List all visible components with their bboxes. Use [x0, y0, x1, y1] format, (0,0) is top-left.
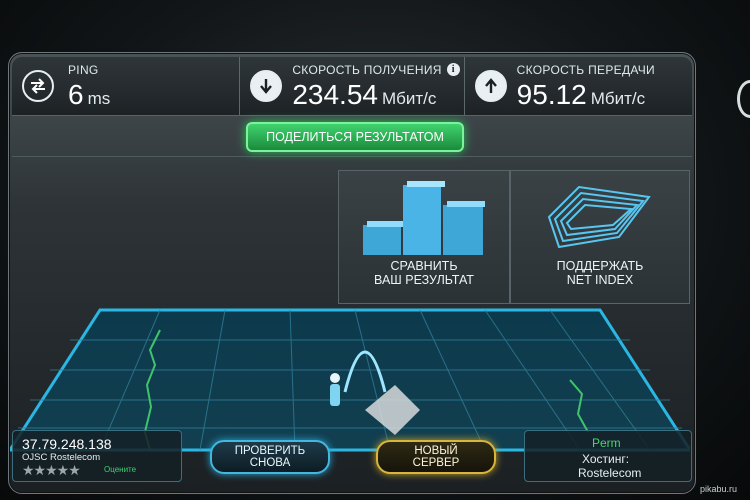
- compare-line1: СРАВНИТЬ: [390, 259, 458, 273]
- bar-chart-icon: [363, 181, 485, 255]
- hosting-value: Rostelecom: [578, 466, 642, 480]
- stats-bar: PING 6 ms СКОРОСТЬ ПОЛУЧЕНИЯ i 234.54 Мбит…: [12, 57, 692, 116]
- new-server-line1: НОВЫЙ: [414, 445, 458, 457]
- user-figure-icon: [330, 373, 340, 406]
- rating-stars[interactable]: ★★★★★: [22, 462, 81, 479]
- download-unit: Мбит/с: [381, 89, 437, 108]
- test-again-line2: СНОВА: [249, 457, 291, 469]
- download-value: 234.54 Мбит/с: [292, 79, 437, 110]
- ping-label: PING: [68, 63, 99, 77]
- ping-stat: PING 6 ms: [12, 57, 241, 115]
- compare-result-panel[interactable]: СРАВНИТЬ ВАШ РЕЗУЛЬТАТ: [338, 170, 510, 304]
- download-label: СКОРОСТЬ ПОЛУЧЕНИЯ: [292, 63, 442, 77]
- net-index-line2: NET INDEX: [566, 273, 634, 287]
- test-again-line1: ПРОВЕРИТЬ: [234, 445, 306, 457]
- test-again-button[interactable]: ПРОВЕРИТЬ СНОВА: [210, 440, 330, 474]
- info-icon[interactable]: i: [446, 63, 460, 76]
- upload-label: СКОРОСТЬ ПЕРЕДАЧИ: [516, 63, 655, 77]
- upload-value: 95.12 Мбит/с: [516, 79, 646, 110]
- rate-label[interactable]: Оцените: [104, 465, 136, 474]
- share-result-button[interactable]: ПОДЕЛИТЬСЯ РЕЗУЛЬТАТОМ: [246, 122, 464, 152]
- ping-value: 6 ms: [68, 79, 111, 110]
- client-ip: 37.79.248.138: [22, 436, 112, 452]
- ping-unit: ms: [87, 89, 111, 108]
- server-city: Perm: [592, 436, 621, 450]
- new-server-button[interactable]: НОВЫЙ СЕРВЕР: [376, 440, 496, 474]
- upload-stat: СКОРОСТЬ ПЕРЕДАЧИ 95.12 Мбит/с: [465, 57, 692, 115]
- new-server-line2: СЕРВЕР: [412, 457, 460, 469]
- download-arrow-icon: [250, 70, 283, 102]
- net-index-icon: [547, 185, 651, 249]
- net-index-panel[interactable]: ПОДДЕРЖАТЬ NET INDEX: [510, 170, 690, 304]
- compare-line2: ВАШ РЕЗУЛЬТАТ: [374, 273, 474, 287]
- watermark: pikabu.ru: [700, 484, 738, 494]
- ping-arrows-icon: [22, 70, 54, 102]
- upload-arrow-icon: [474, 70, 507, 102]
- download-stat: СКОРОСТЬ ПОЛУЧЕНИЯ i 234.54 Мбит/с: [240, 57, 465, 115]
- upload-unit: Мбит/с: [590, 89, 646, 108]
- net-index-line1: ПОДДЕРЖАТЬ: [556, 259, 644, 273]
- hosting-label: Хостинг:: [582, 452, 630, 466]
